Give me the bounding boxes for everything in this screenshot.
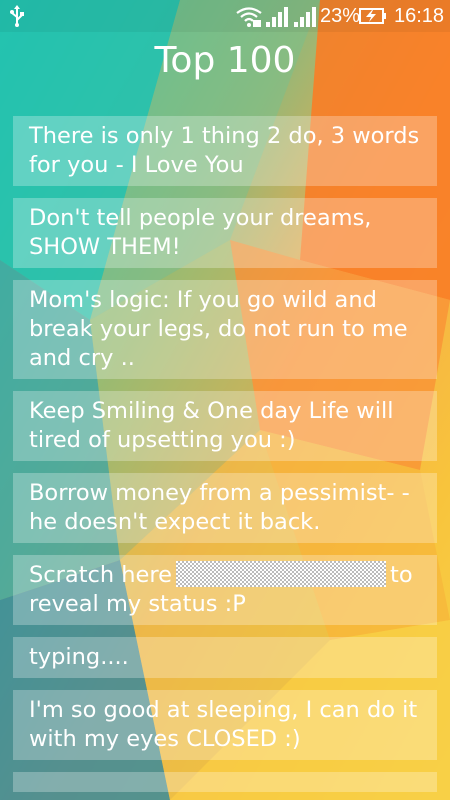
clock: 16:18 [394,5,445,27]
signal-icon [266,7,288,27]
list-item[interactable]: Borrow money from a pessimist- - he does… [13,473,437,543]
usb-icon [10,5,24,27]
list-item[interactable]: Keep Smiling & One day Life will tired o… [13,391,437,461]
page-title: Top 100 [154,40,296,81]
scratch-area[interactable] [176,561,386,587]
wifi-icon [236,7,262,27]
battery-percent: 23% [320,5,361,27]
battery-charging-icon [359,8,386,24]
list-item-partial[interactable] [13,772,437,792]
status-list: There is only 1 thing 2 do, 3 words for … [13,116,437,804]
list-item[interactable]: I'm so good at sleeping, I can do it wit… [13,690,437,760]
list-item[interactable]: typing.... [13,637,437,678]
list-item[interactable]: Scratch here to reveal my status :P [13,555,437,625]
list-item[interactable]: Mom's logic: If you go wild and break yo… [13,280,437,379]
list-item[interactable]: Don't tell people your dreams, SHOW THEM… [13,198,437,268]
status-bar: 23% 16:18 [0,0,450,32]
signal-icon [294,7,316,27]
list-item[interactable]: There is only 1 thing 2 do, 3 words for … [13,116,437,186]
list-item-text: Scratch here [29,562,172,588]
